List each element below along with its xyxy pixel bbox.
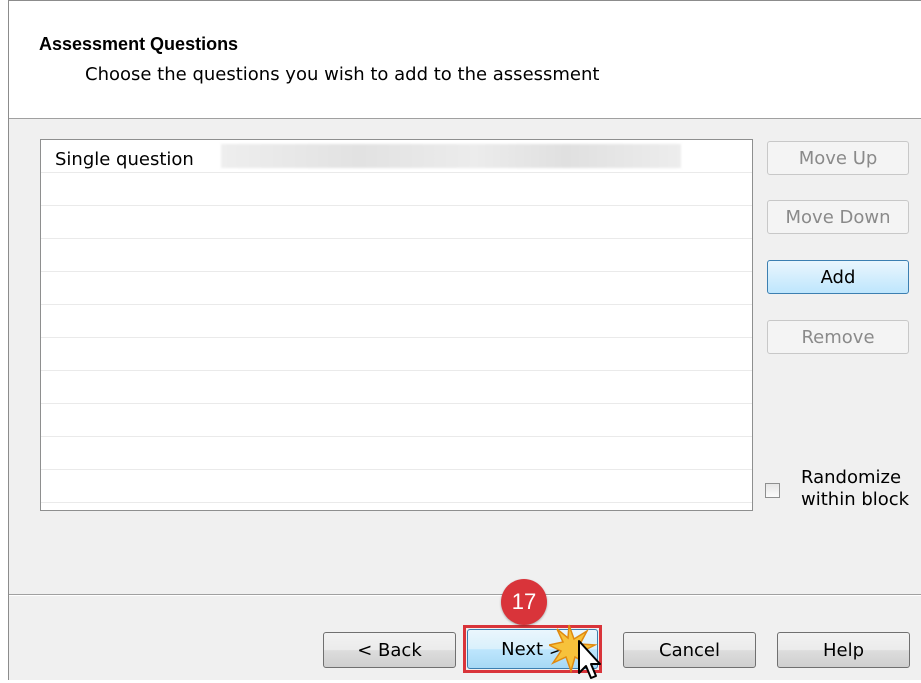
randomize-label-line1: Randomize xyxy=(801,467,902,488)
page-subtitle: Choose the questions you wish to add to … xyxy=(85,64,600,85)
remove-button[interactable]: Remove xyxy=(767,320,909,354)
questions-list[interactable]: Single question xyxy=(40,139,753,511)
move-up-button[interactable]: Move Up xyxy=(767,141,909,175)
randomize-checkbox[interactable] xyxy=(765,483,780,498)
randomize-label-line2: within block xyxy=(801,489,910,510)
list-item xyxy=(41,338,752,371)
cancel-button[interactable]: Cancel xyxy=(623,632,756,668)
click-burst-icon xyxy=(549,624,601,679)
move-down-button[interactable]: Move Down xyxy=(767,200,909,234)
list-item[interactable]: Single question xyxy=(41,140,752,173)
add-button[interactable]: Add xyxy=(767,260,909,294)
step-badge: 17 xyxy=(501,579,547,625)
list-item xyxy=(41,437,752,470)
footer-divider xyxy=(9,594,921,596)
list-item xyxy=(41,404,752,437)
question-label: Single question xyxy=(55,149,194,170)
list-item xyxy=(41,239,752,272)
list-item xyxy=(41,173,752,206)
list-item xyxy=(41,272,752,305)
list-item xyxy=(41,470,752,503)
list-item xyxy=(41,371,752,404)
help-button[interactable]: Help xyxy=(777,632,910,668)
blurred-question-text xyxy=(221,144,681,168)
list-item xyxy=(41,305,752,338)
back-button[interactable]: < Back xyxy=(323,632,456,668)
list-item xyxy=(41,206,752,239)
wizard-dialog: Assessment Questions Choose the question… xyxy=(8,0,921,680)
wizard-header: Assessment Questions Choose the question… xyxy=(9,1,921,119)
page-title: Assessment Questions xyxy=(39,34,239,54)
randomize-label: Randomize within block xyxy=(801,467,921,511)
